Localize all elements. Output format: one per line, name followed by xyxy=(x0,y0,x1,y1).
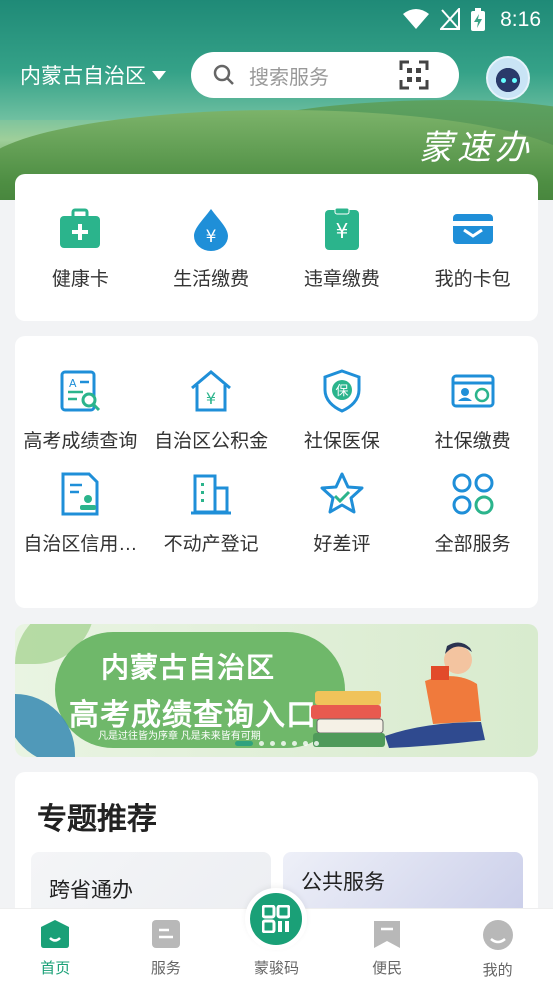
bookmark-icon xyxy=(374,921,401,948)
service-all-services[interactable]: 全部服务 xyxy=(407,471,538,556)
quick-service-label: 健康卡 xyxy=(51,269,109,290)
service-label: 全部服务 xyxy=(434,534,511,555)
real-estate-icon xyxy=(191,474,232,515)
svg-text:保: 保 xyxy=(335,384,348,399)
quick-services-card: 健康卡 ¥ 生活缴费 ¥ 违章缴费 我的卡包 xyxy=(15,174,538,321)
housing-fund-icon: ¥ xyxy=(191,370,232,412)
carousel-dot[interactable] xyxy=(270,741,275,746)
service-label: 社保医保 xyxy=(303,431,380,452)
robot-eye xyxy=(512,78,517,83)
all-services-icon xyxy=(452,473,494,515)
utility-payment-icon: ¥ xyxy=(194,209,229,251)
service-label: 自治区信用… xyxy=(23,534,138,555)
tab-label: 我的 xyxy=(482,962,513,979)
qr-code-icon xyxy=(262,905,290,933)
carousel-dot[interactable] xyxy=(314,741,319,746)
status-time: 8:16 xyxy=(500,8,541,31)
search-bar[interactable]: 搜索服务 xyxy=(191,52,459,98)
scan-icon[interactable] xyxy=(399,60,429,90)
assistant-robot-avatar[interactable] xyxy=(486,56,530,100)
caret-down-icon xyxy=(152,70,166,80)
signal-off-icon xyxy=(440,8,460,30)
search-placeholder: 搜索服务 xyxy=(249,66,329,89)
quick-service-utility-payment[interactable]: ¥ 生活缴费 xyxy=(146,174,277,291)
tab-service[interactable]: 服务 xyxy=(111,909,222,983)
rating-star-icon xyxy=(320,472,364,514)
quick-service-card-wallet[interactable]: 我的卡包 xyxy=(407,174,538,291)
battery-charging-icon xyxy=(471,8,485,31)
service-real-estate[interactable]: 不动产登记 xyxy=(146,471,277,556)
wifi-icon xyxy=(403,9,429,29)
service-label: 社保缴费 xyxy=(434,431,511,452)
social-insurance-icon: 保 xyxy=(323,369,361,413)
region-label: 内蒙古自治区 xyxy=(20,65,146,88)
carousel-dot[interactable] xyxy=(292,741,297,746)
tab-profile[interactable]: 我的 xyxy=(442,909,553,983)
status-bar: 8:16 xyxy=(0,0,553,38)
services-card: A 高考成绩查询 ¥ 自治区公积金 保 社保医保 社保缴费 自治区信用… 不动产… xyxy=(15,336,538,608)
banner-subtitle: 凡是过往皆为序章 凡是未来皆有可期 xyxy=(98,731,261,742)
app-logo-text: 蒙速办 xyxy=(419,128,533,168)
quick-service-health-card[interactable]: 健康卡 xyxy=(15,174,146,291)
tab-home[interactable]: 首页 xyxy=(0,909,111,983)
svg-text:A: A xyxy=(69,377,77,390)
service-label: 好差评 xyxy=(313,534,371,555)
tab-label: 蒙骏码 xyxy=(253,960,299,977)
service-social-insurance-payment[interactable]: 社保缴费 xyxy=(407,368,538,453)
quick-service-traffic-fine[interactable]: ¥ 违章缴费 xyxy=(277,174,408,291)
credit-icon xyxy=(61,472,99,516)
promo-banner[interactable]: 内蒙古自治区 高考成绩查询入口 凡是过往皆为序章 凡是未来皆有可期 xyxy=(15,624,538,757)
quick-service-label: 违章缴费 xyxy=(303,269,380,290)
topic-tile-label: 公共服务 xyxy=(301,871,385,894)
service-housing-fund[interactable]: ¥ 自治区公积金 xyxy=(146,368,277,453)
service-label: 自治区公积金 xyxy=(154,431,269,452)
service-label: 不动产登记 xyxy=(163,534,259,555)
card-wallet-icon xyxy=(452,214,493,244)
student-reading-illustration xyxy=(311,642,485,748)
service-credit[interactable]: 自治区信用… xyxy=(15,471,146,556)
quick-service-label: 生活缴费 xyxy=(173,269,250,290)
topic-title: 专题推荐 xyxy=(37,803,157,836)
svg-text:¥: ¥ xyxy=(206,389,216,408)
tab-label: 便民 xyxy=(372,960,403,977)
region-selector[interactable]: 内蒙古自治区 xyxy=(20,60,166,90)
exam-score-icon: A xyxy=(60,370,101,412)
tab-label: 服务 xyxy=(150,960,181,977)
robot-eye xyxy=(501,78,506,83)
carousel-dot[interactable] xyxy=(235,741,253,746)
profile-icon xyxy=(482,920,513,950)
banner-title-line1: 内蒙古自治区 xyxy=(101,652,276,683)
health-card-icon xyxy=(60,208,101,248)
carousel-dot[interactable] xyxy=(303,741,308,746)
qr-code-button[interactable] xyxy=(245,888,307,950)
carousel-dot[interactable] xyxy=(259,741,264,746)
home-icon xyxy=(41,920,70,948)
service-social-insurance[interactable]: 保 社保医保 xyxy=(277,368,408,453)
service-rating[interactable]: 好差评 xyxy=(277,471,408,556)
tab-label: 首页 xyxy=(40,960,71,977)
quick-service-label: 我的卡包 xyxy=(434,269,511,290)
traffic-fine-icon: ¥ xyxy=(324,207,359,250)
svg-text:¥: ¥ xyxy=(206,227,217,247)
carousel-indicator xyxy=(235,741,319,746)
svg-text:¥: ¥ xyxy=(336,219,349,243)
tab-convenience[interactable]: 便民 xyxy=(332,909,443,983)
service-exam-score[interactable]: A 高考成绩查询 xyxy=(15,368,146,453)
service-icon xyxy=(151,920,180,948)
topic-tile-label: 跨省通办 xyxy=(49,879,133,902)
service-label: 高考成绩查询 xyxy=(23,431,138,452)
carousel-dot[interactable] xyxy=(281,741,286,746)
search-icon xyxy=(213,64,234,85)
social-insurance-payment-icon xyxy=(451,374,495,408)
